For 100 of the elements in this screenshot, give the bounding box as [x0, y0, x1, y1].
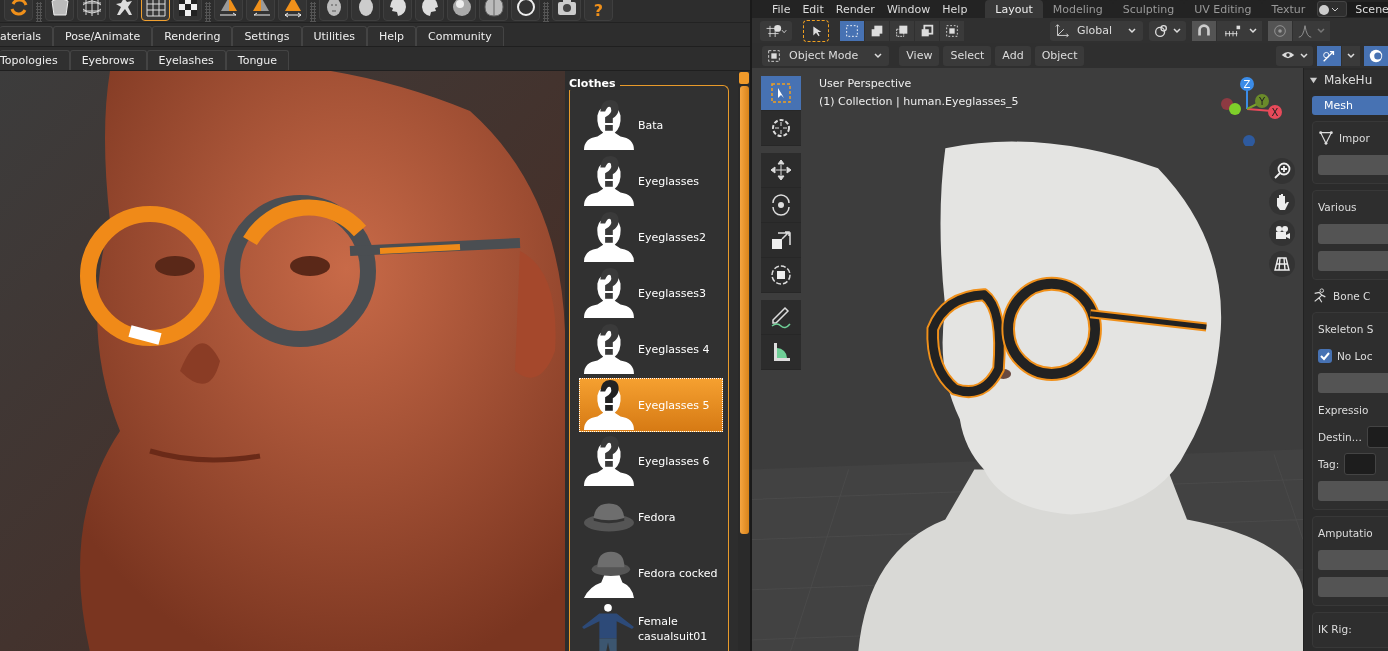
visibility-dropdown[interactable] — [1276, 45, 1313, 66]
toolbar-button[interactable] — [479, 0, 508, 21]
tool-button[interactable] — [761, 153, 801, 188]
gizmo-toggle[interactable] — [1317, 45, 1341, 66]
caret-icon — [1127, 25, 1138, 36]
clothes-item[interactable]: Fedora — [579, 490, 723, 544]
tab[interactable]: Utilities — [301, 26, 367, 46]
field-label: Destin... — [1318, 431, 1362, 443]
tab[interactable]: Mesh — [1312, 96, 1388, 115]
menu-button[interactable]: Add — [995, 45, 1031, 66]
clothes-item[interactable]: Eyeglasses — [579, 154, 723, 208]
tab[interactable]: Pose/Animate — [52, 26, 153, 46]
panel-title: Various — [1318, 201, 1357, 213]
tab[interactable]: Topologies — [0, 50, 70, 70]
clothes-item[interactable]: Bata — [579, 98, 723, 152]
tool-button[interactable] — [761, 258, 801, 293]
scroll-button[interactable] — [739, 72, 749, 84]
toolbar-button[interactable] — [109, 0, 138, 21]
scene-selector[interactable] — [1317, 1, 1348, 17]
menu-item[interactable]: File — [766, 2, 797, 16]
input-field[interactable] — [1344, 453, 1377, 475]
select-tool-button[interactable] — [804, 20, 828, 41]
object-icon — [766, 47, 782, 64]
menu-item[interactable]: Help — [936, 2, 974, 16]
snap-dropdown[interactable] — [1217, 20, 1263, 41]
scene-field[interactable]: Scene — [1347, 1, 1388, 17]
overlay-icon — [1368, 47, 1384, 64]
clothes-item[interactable]: Eyeglasses 6 — [579, 434, 723, 488]
toolbar-button[interactable] — [77, 0, 106, 21]
toolbar-button[interactable] — [45, 0, 74, 21]
tab[interactable]: Eyebrows — [69, 50, 147, 70]
overlay-toggle[interactable] — [1364, 45, 1388, 66]
workspace-tab[interactable]: Layout — [985, 0, 1043, 18]
tab[interactable]: aterials — [0, 26, 53, 46]
item-label: Eyeglasses — [638, 173, 700, 189]
pivot-icon — [1153, 22, 1170, 39]
clothes-item[interactable]: Fedora cocked — [579, 546, 723, 600]
tab[interactable]: Settings — [232, 26, 302, 46]
toolbar-button[interactable] — [415, 0, 444, 21]
item-label: Eyeglasses 6 — [638, 453, 711, 469]
tool-button[interactable] — [761, 188, 801, 223]
tab[interactable]: Help — [366, 26, 416, 46]
menu-item[interactable]: Window — [880, 2, 937, 16]
select-mode-button[interactable] — [840, 20, 864, 41]
tool-button[interactable] — [761, 223, 801, 258]
tool-button[interactable] — [761, 335, 801, 370]
tool-button[interactable] — [761, 76, 801, 111]
tool-button[interactable] — [761, 300, 801, 335]
mode-dropdown[interactable]: Object Mode — [762, 45, 890, 66]
help-button[interactable]: ? — [584, 0, 613, 21]
toolbar-button[interactable] — [511, 0, 540, 21]
clothes-item[interactable]: Female casualsuit01 — [579, 602, 723, 651]
menu-item[interactable]: Render — [829, 2, 881, 16]
toolbar-button[interactable] — [173, 0, 202, 21]
tool-button[interactable] — [761, 111, 801, 146]
item-label: Eyeglasses2 — [638, 229, 707, 245]
pencil-icon — [769, 305, 793, 329]
scrollbar-thumb[interactable] — [739, 86, 749, 534]
checkbox-label: No Loc — [1337, 350, 1373, 362]
clothes-item[interactable]: Eyeglasses 4 — [579, 322, 723, 376]
select-mode-button[interactable] — [890, 20, 914, 41]
toolbar-button[interactable] — [319, 0, 348, 21]
orientation-dropdown[interactable]: Global — [1050, 20, 1144, 41]
gizmo-dropdown[interactable] — [1342, 45, 1360, 66]
tab[interactable]: Tongue — [225, 50, 290, 70]
toolbar-button[interactable] — [383, 0, 412, 21]
menu-button[interactable]: Select — [943, 45, 992, 66]
toolbar-button[interactable] — [552, 0, 581, 21]
proportional-toggle[interactable] — [1268, 20, 1293, 41]
rotate-icon — [769, 193, 793, 217]
move-icon — [769, 158, 793, 182]
clothes-item[interactable]: Eyeglasses3 — [579, 266, 723, 320]
menu-button[interactable]: Object — [1034, 45, 1085, 66]
tab[interactable]: Rendering — [152, 26, 233, 46]
snap-toggle[interactable] — [1192, 20, 1217, 41]
grid-icon — [143, 0, 168, 19]
tab[interactable]: Community — [416, 26, 504, 46]
pivot-dropdown[interactable] — [1149, 20, 1187, 41]
cursor-icon — [769, 116, 793, 140]
toolbar-button[interactable] — [351, 0, 380, 21]
select-mode-button[interactable] — [915, 20, 939, 41]
transform-icon — [769, 263, 793, 287]
menu-item[interactable]: Edit — [796, 2, 830, 16]
grid-icon — [1272, 254, 1292, 274]
axis-icon — [764, 22, 788, 39]
clothes-item[interactable]: Eyeglasses2 — [579, 210, 723, 264]
caret-icon — [1299, 50, 1309, 61]
caret-icon — [1316, 25, 1327, 36]
running-figure-icon — [1312, 288, 1328, 304]
item-label: Bata — [638, 117, 665, 133]
select-mode-button[interactable] — [865, 20, 889, 41]
checkbox[interactable] — [1318, 349, 1332, 363]
editor-type-button[interactable] — [760, 20, 792, 41]
viewport-info-text: User Perspective — [819, 76, 913, 91]
select-mode-button[interactable] — [940, 20, 964, 41]
caret-icon — [873, 50, 884, 61]
menu-button[interactable]: View — [899, 45, 940, 66]
mesh-icon — [1318, 130, 1334, 146]
tab[interactable]: Eyelashes — [146, 50, 226, 70]
toolbar-button[interactable] — [447, 0, 476, 21]
